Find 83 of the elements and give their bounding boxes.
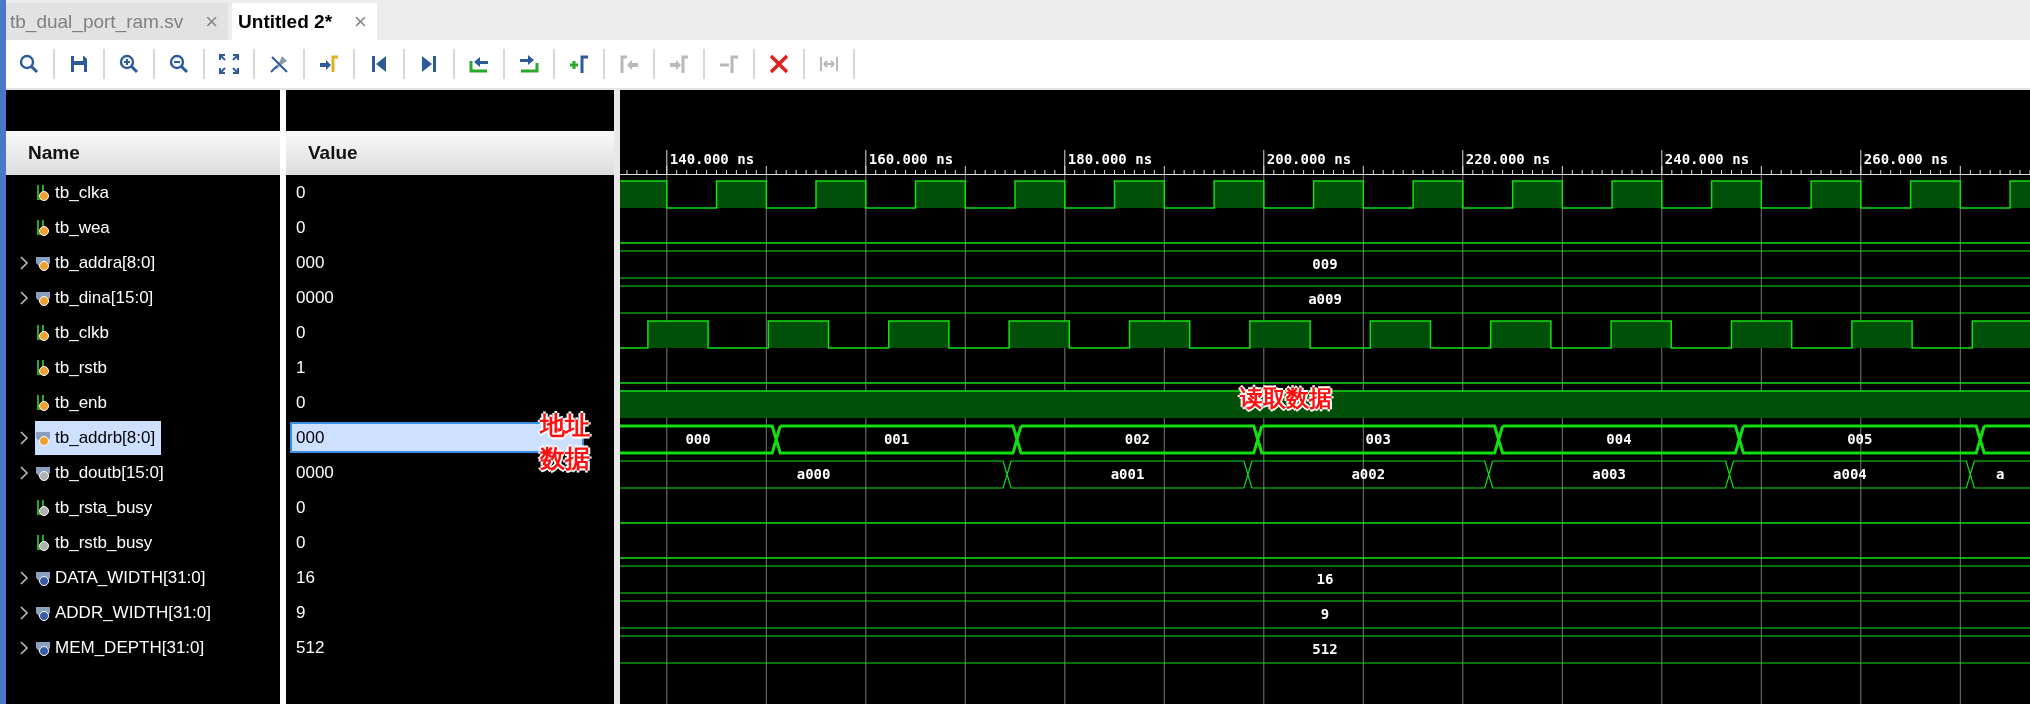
- bus-value: 000: [685, 431, 711, 447]
- value-cell-text: 0: [295, 496, 307, 519]
- time-label: 240.000 ns: [1664, 151, 1750, 167]
- bus-value: 9: [1320, 606, 1330, 622]
- value-cell-text: 000: [295, 251, 326, 274]
- signal-name[interactable]: tb_doutb[15:0]: [55, 462, 164, 483]
- value-cell-text: 0: [295, 321, 307, 344]
- signal-name[interactable]: tb_dina[15:0]: [55, 287, 154, 308]
- value-cell-text: 0: [295, 216, 307, 239]
- bus-value: 16: [1316, 571, 1334, 587]
- signal-name[interactable]: tb_rstb_busy: [55, 532, 153, 553]
- plus-bracket-icon: [568, 53, 590, 75]
- bus-value: a004: [1833, 466, 1867, 482]
- bus-value: a009: [1308, 291, 1342, 307]
- selection-highlight[interactable]: tb_addrb[8:0]: [35, 420, 162, 455]
- signal-name[interactable]: DATA_WIDTH[31:0]: [55, 567, 206, 588]
- bit-signal-icon: [35, 183, 51, 202]
- minus-bracket-icon: [718, 53, 740, 75]
- value-cell-text: 0000: [295, 461, 335, 484]
- close-icon[interactable]: ×: [354, 8, 367, 35]
- bus-value: 001: [883, 431, 910, 447]
- expand-chevron-icon[interactable]: [18, 465, 30, 480]
- value-cell-text: 0: [295, 181, 307, 204]
- signal-name[interactable]: MEM_DEPTH[31:0]: [55, 637, 205, 658]
- bit-signal-icon: [35, 498, 51, 517]
- expand-chevron-icon[interactable]: [18, 605, 30, 620]
- zoom-out-icon: [168, 53, 190, 75]
- bit-signal-icon: [35, 393, 51, 412]
- delete-icon: [768, 53, 790, 75]
- time-label: 180.000 ns: [1067, 151, 1153, 167]
- signal-name[interactable]: tb_clkb: [55, 322, 109, 343]
- value-cell-text: 1: [295, 356, 307, 379]
- bit-signal-icon: [35, 218, 51, 237]
- expand-chevron-icon[interactable]: [18, 570, 30, 585]
- value-cell-text: 512: [295, 636, 326, 659]
- time-label: 160.000 ns: [868, 151, 954, 167]
- value-cell-text: 16: [295, 566, 316, 589]
- value-cell-text: 0000: [295, 286, 335, 309]
- column-header[interactable]: Value: [286, 131, 614, 175]
- signal-name[interactable]: tb_enb: [55, 392, 107, 413]
- bus-value: 004: [1606, 431, 1632, 447]
- bus-value: 005: [1847, 431, 1873, 447]
- signal-name[interactable]: tb_addrb[8:0]: [55, 427, 156, 448]
- signal-name[interactable]: ADDR_WIDTH[31:0]: [55, 602, 211, 623]
- signal-name[interactable]: tb_clka: [55, 182, 109, 203]
- bus-value: 003: [1365, 431, 1391, 447]
- bus-value: 009: [1312, 256, 1338, 272]
- column-header[interactable]: Name: [6, 131, 280, 175]
- expand-icon: [218, 53, 240, 75]
- bracket-arrow-right-icon: [668, 53, 690, 75]
- bus-value: a003: [1592, 466, 1626, 482]
- bus-value: a001: [1110, 466, 1145, 482]
- bus-value: a002: [1351, 466, 1386, 482]
- value-cell-text: 9: [295, 601, 307, 624]
- bit-signal-icon: [35, 323, 51, 342]
- bit-signal-icon: [35, 358, 51, 377]
- time-label: 200.000 ns: [1266, 151, 1352, 167]
- signal-name[interactable]: tb_addra[8:0]: [55, 252, 156, 273]
- magnifier-icon: [18, 53, 40, 75]
- time-label: 260.000 ns: [1863, 151, 1949, 167]
- expand-chevron-icon[interactable]: [18, 290, 30, 305]
- bracket-arrow-left-icon: [618, 53, 640, 75]
- step-arrow-right-icon: [518, 53, 540, 75]
- signal-name[interactable]: tb_wea: [55, 217, 110, 238]
- bus-value: a: [1996, 466, 2005, 482]
- bus-value: 002: [1124, 431, 1151, 447]
- tab[interactable]: Untitled 2* ×: [232, 3, 377, 40]
- expand-chevron-icon[interactable]: [18, 255, 30, 270]
- expand-chevron-icon[interactable]: [18, 430, 30, 445]
- crossed-pin-icon: [268, 53, 290, 75]
- signal-name[interactable]: tb_rsta_busy: [55, 497, 153, 518]
- bit-signal-icon: [35, 533, 51, 552]
- zoom-in-icon: [118, 53, 140, 75]
- bus-value: 512: [1312, 641, 1338, 657]
- arrow-bracket-icon: [318, 53, 340, 75]
- expand-chevron-icon[interactable]: [18, 640, 30, 655]
- signal-name[interactable]: tb_rstb: [55, 357, 107, 378]
- value-cell-text: 0: [295, 531, 307, 554]
- annotation-text: 读取数据: [1240, 384, 1332, 413]
- time-label: 220.000 ns: [1465, 151, 1551, 167]
- bus-value: a000: [796, 466, 831, 482]
- time-label: 140.000 ns: [669, 151, 755, 167]
- value-cell-text: 0: [295, 391, 307, 414]
